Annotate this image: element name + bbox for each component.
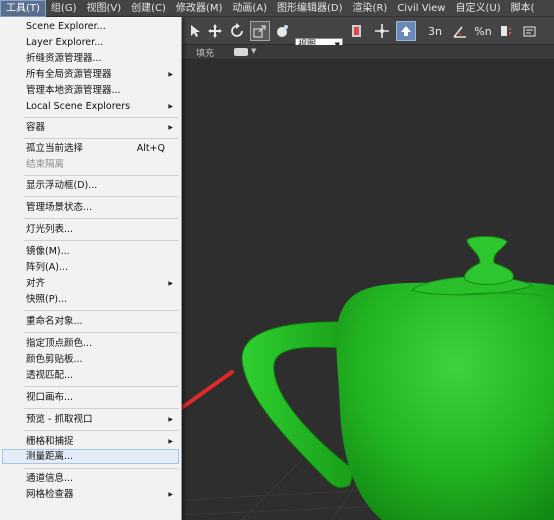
menu-divider [24, 310, 179, 311]
menu-divider [24, 218, 179, 219]
menu-item-mirror[interactable]: 镜像(M)... [2, 244, 179, 259]
menu-divider [24, 117, 179, 118]
menu-divider [24, 138, 179, 139]
tools-dropdown-menu: Scene Explorer... Layer Explorer... 折缝资源… [0, 17, 182, 520]
menu-item-mesh-inspector[interactable]: 网格检查器 ▶ [2, 487, 179, 502]
submenu-arrow-icon: ▶ [168, 103, 173, 110]
submenu-arrow-icon: ▶ [168, 71, 173, 78]
menu-item-channel-info[interactable]: 通道信息... [2, 471, 179, 486]
menu-item-display-floater[interactable]: 显示浮动框(D)... [2, 178, 179, 193]
menu-item-manage-local-explorers[interactable]: 管理本地资源管理器... [2, 83, 179, 98]
menu-divider [24, 240, 179, 241]
menu-divider [24, 468, 179, 469]
menu-item-light-lister[interactable]: 灯光列表... [2, 222, 179, 237]
menu-item-viewport-canvas[interactable]: 视口画布... [2, 390, 179, 405]
menu-item-grids-and-snaps[interactable]: 栅格和捕捉 ▶ [2, 434, 179, 449]
menu-item-local-scene-explorers[interactable]: Local Scene Explorers ▶ [2, 99, 179, 114]
submenu-arrow-icon: ▶ [168, 438, 173, 445]
menu-divider [24, 332, 179, 333]
menu-item-perspective-match[interactable]: 透视匹配... [2, 368, 179, 383]
menu-item-color-clipboard[interactable]: 颜色剪贴板... [2, 352, 179, 367]
submenu-arrow-icon: ▶ [168, 280, 173, 287]
menu-item-end-isolate: 结束隔离 [26, 159, 65, 170]
menu-item-all-global-explorers[interactable]: 所有全局资源管理器 ▶ [2, 67, 179, 82]
menu-item-assign-vertex-colors[interactable]: 指定顶点颜色... [2, 336, 179, 351]
submenu-arrow-icon: ▶ [168, 491, 173, 498]
menu-item-scene-explorer[interactable]: Scene Explorer... [2, 19, 179, 34]
menu-item-align[interactable]: 对齐 ▶ [2, 276, 179, 291]
submenu-arrow-icon: ▶ [168, 416, 173, 423]
menu-divider [24, 386, 179, 387]
submenu-arrow-icon: ▶ [168, 124, 173, 131]
shortcut-label: Alt+Q [136, 143, 165, 154]
menu-item-manage-scene-states[interactable]: 管理场景状态... [2, 200, 179, 215]
menu-item-layer-explorer[interactable]: Layer Explorer... [2, 35, 179, 50]
menu-divider [24, 430, 179, 431]
menu-divider [24, 196, 179, 197]
menu-divider [24, 408, 179, 409]
menu-item-preview-grab-viewport[interactable]: 预览 - 抓取视口 ▶ [2, 412, 179, 427]
menu-item-isolate-selection[interactable]: 孤立当前选择 Alt+Q [2, 141, 179, 156]
menu-item-measure-distance[interactable]: 测量距离... [2, 449, 179, 464]
menu-item-array[interactable]: 阵列(A)... [2, 260, 179, 275]
menu-divider [24, 175, 179, 176]
menu-item-snapshot[interactable]: 快照(P)... [2, 292, 179, 307]
menu-item-rename-objects[interactable]: 重命名对象... [2, 314, 179, 329]
menu-item-containers[interactable]: 容器 ▶ [2, 120, 179, 135]
menu-item-crease-explorer[interactable]: 折缝资源管理器... [2, 51, 179, 66]
